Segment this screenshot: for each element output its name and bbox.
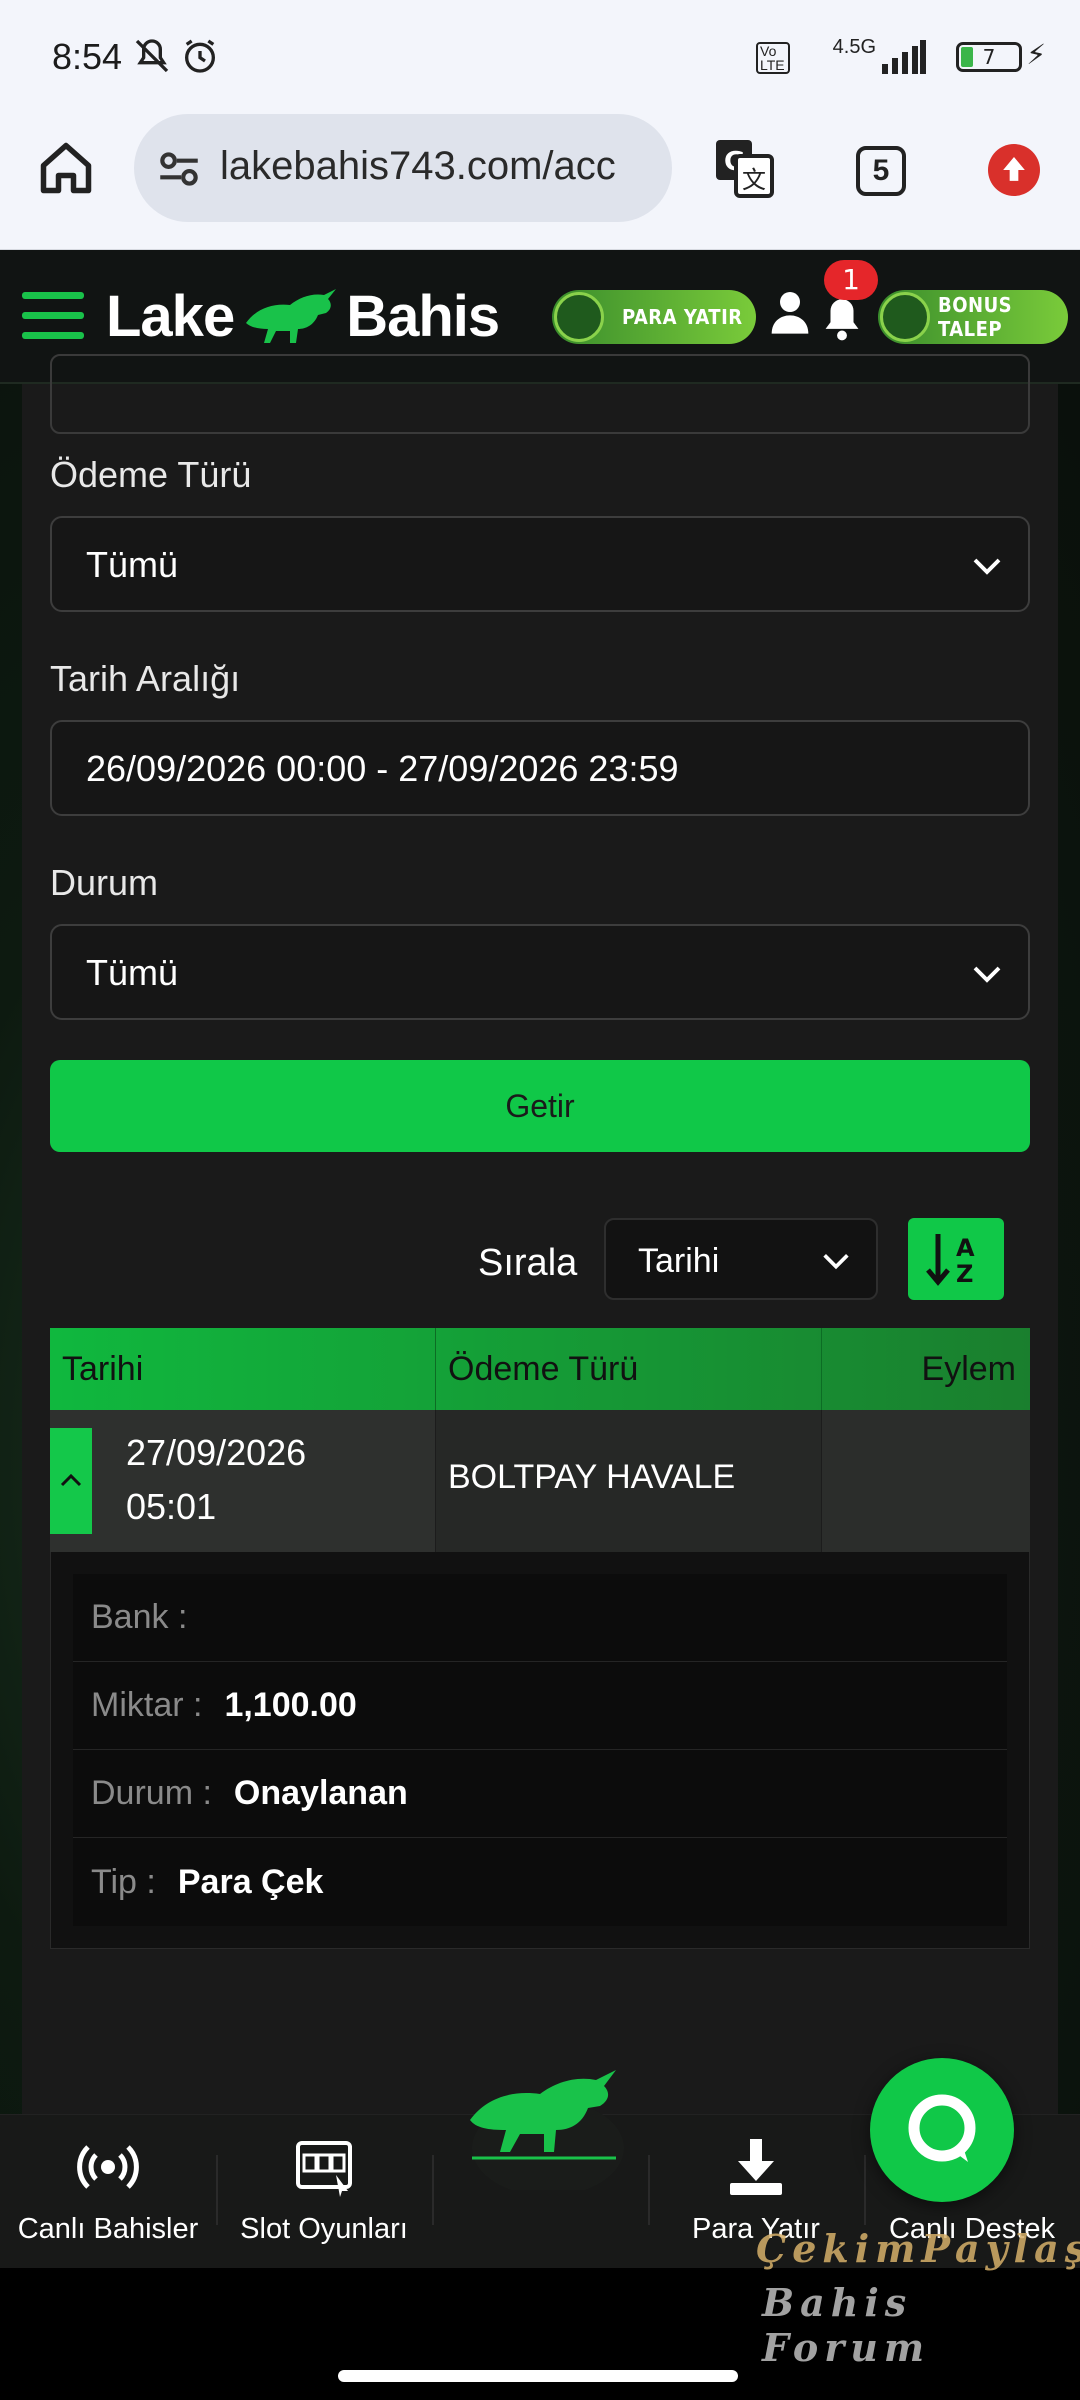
transactions-table: Tarihi Ödeme Türü Eylem 27/09/2026 05:01… bbox=[50, 1328, 1030, 1949]
slot-machine-icon bbox=[296, 2141, 352, 2197]
sort-label: Sırala bbox=[478, 1242, 578, 1284]
menu-icon[interactable] bbox=[22, 292, 84, 342]
alarm-icon bbox=[180, 36, 220, 85]
site-settings-icon[interactable] bbox=[154, 144, 204, 194]
home-gesture-pill[interactable] bbox=[338, 2370, 738, 2382]
nav-divider bbox=[432, 2155, 434, 2225]
update-icon[interactable] bbox=[988, 144, 1040, 196]
bonus-request-button[interactable]: BONUS TALEP bbox=[878, 290, 1068, 344]
logo-text-right: Bahis bbox=[346, 283, 500, 349]
status-bar: 8:54 Vo LTE 4.5G 7 ⚡ bbox=[0, 0, 1080, 110]
home-logo-button[interactable] bbox=[456, 2060, 636, 2196]
svg-text:文: 文 bbox=[742, 166, 766, 194]
notification-badge: 1 bbox=[824, 260, 878, 300]
logo-text-left: Lake bbox=[106, 283, 235, 349]
wallet-icon bbox=[554, 292, 604, 342]
detail-row-status: Durum : Onaylanan bbox=[73, 1750, 1007, 1838]
transaction-history-panel: Ödeme Türü Tümü Tarih Aralığı 26/09/2026… bbox=[22, 354, 1058, 2194]
sort-select[interactable]: Tarihi bbox=[604, 1218, 878, 1300]
nav-slots[interactable]: Slot Oyunları bbox=[216, 2115, 432, 2269]
detail-value: Onaylanan bbox=[233, 1774, 408, 1812]
status-time: 8:54 bbox=[52, 36, 123, 77]
battery-level: 7 bbox=[982, 45, 996, 69]
svg-text:A: A bbox=[956, 1234, 975, 1262]
column-header-date[interactable]: Tarihi bbox=[50, 1328, 436, 1410]
detail-value: Para Çek bbox=[177, 1862, 324, 1901]
payment-type-label: Ödeme Türü bbox=[50, 454, 252, 495]
row-date: 27/09/2026 05:01 bbox=[126, 1432, 307, 1527]
mute-icon bbox=[132, 36, 172, 85]
live-chat-button[interactable] bbox=[870, 2058, 1014, 2202]
watermark-line-1: ÇekimPaylaş bbox=[756, 2226, 1080, 2271]
chevron-up-icon bbox=[60, 1473, 82, 1487]
nav-label: Canlı Bahisler bbox=[17, 2213, 199, 2245]
detail-label: Bank : bbox=[91, 1598, 188, 1636]
detail-row-amount: Miktar : 1,100.00 bbox=[73, 1662, 1007, 1750]
detail-label: Tip : bbox=[91, 1862, 156, 1901]
sort-value: Tarihi bbox=[638, 1242, 720, 1280]
payment-type-select[interactable]: Tümü bbox=[50, 516, 1030, 612]
deposit-button[interactable]: PARA YATIR bbox=[552, 290, 756, 344]
volte-indicator: Vo LTE bbox=[756, 42, 790, 74]
bull-icon bbox=[470, 2070, 624, 2196]
column-header-payment-type[interactable]: Ödeme Türü bbox=[436, 1328, 822, 1410]
column-header-action: Eylem bbox=[921, 1350, 1016, 1388]
detail-label: Durum : bbox=[91, 1774, 212, 1812]
watermark-line-2: Bahis Forum bbox=[762, 2280, 931, 2370]
bell-icon[interactable] bbox=[822, 296, 862, 342]
date-range-input[interactable]: 26/09/2026 00:00 - 27/09/2026 23:59 bbox=[50, 720, 1030, 816]
payment-type-value: Tümü bbox=[86, 544, 179, 585]
gift-icon bbox=[880, 292, 930, 342]
battery-icon: 7 bbox=[956, 42, 1022, 72]
home-icon[interactable] bbox=[36, 138, 96, 198]
chat-bubble-icon bbox=[908, 2094, 976, 2162]
url-text: lakebahis743.com/acc bbox=[220, 144, 616, 188]
detail-value: 1,100.00 bbox=[224, 1686, 357, 1724]
chevron-down-icon bbox=[823, 1254, 849, 1270]
table-row[interactable]: 27/09/2026 05:01 BOLTPAY HAVALE bbox=[50, 1410, 1030, 1552]
download-icon bbox=[730, 2139, 782, 2195]
deposit-button-label: PARA YATIR bbox=[622, 305, 743, 329]
nav-label: Slot Oyunları bbox=[240, 2213, 408, 2245]
charging-icon: ⚡ bbox=[1026, 38, 1046, 71]
browser-toolbar: lakebahis743.com/acc G文 5 bbox=[0, 110, 1080, 250]
cell-date: 27/09/2026 05:01 bbox=[50, 1410, 436, 1552]
sort-direction-button[interactable]: A Z bbox=[908, 1218, 1004, 1300]
detail-label: Miktar : bbox=[91, 1686, 203, 1724]
sort-alpha-icon: A Z bbox=[926, 1234, 975, 1288]
row-details: Bank : Miktar : 1,100.00 Durum : Onaylan… bbox=[50, 1552, 1030, 1949]
signal-icon bbox=[882, 40, 926, 83]
bull-icon bbox=[246, 289, 337, 343]
network-type: 4.5G bbox=[832, 36, 876, 58]
row-payment-method: BOLTPAY HAVALE bbox=[448, 1458, 736, 1496]
bonus-button-label: BONUS TALEP bbox=[938, 293, 1013, 341]
web-page: Lake Bahis PARA YATIR 1 BONUS TALEP Ödem… bbox=[0, 250, 1080, 2270]
live-broadcast-icon bbox=[77, 2145, 139, 2189]
site-logo[interactable]: Lake Bahis bbox=[106, 276, 500, 356]
chevron-down-icon bbox=[973, 558, 1001, 575]
table-header: Tarihi Ödeme Türü Eylem bbox=[50, 1328, 1030, 1410]
detail-row-bank: Bank : bbox=[73, 1574, 1007, 1662]
date-range-value: 26/09/2026 00:00 - 27/09/2026 23:59 bbox=[86, 748, 679, 789]
svg-text:Z: Z bbox=[956, 1260, 973, 1288]
user-icon[interactable] bbox=[770, 290, 810, 334]
address-bar[interactable]: lakebahis743.com/acc bbox=[134, 114, 672, 222]
status-value: Tümü bbox=[86, 952, 179, 993]
detail-row-type: Tip : Para Çek bbox=[73, 1838, 1007, 1926]
previous-field[interactable] bbox=[50, 354, 1030, 434]
date-range-label: Tarih Aralığı bbox=[50, 658, 241, 699]
chevron-down-icon bbox=[973, 966, 1001, 983]
submit-button[interactable]: Getir bbox=[50, 1060, 1030, 1152]
nav-live-bets[interactable]: Canlı Bahisler bbox=[0, 2115, 216, 2269]
translate-icon[interactable]: G文 bbox=[712, 136, 776, 200]
row-collapse-toggle[interactable] bbox=[50, 1428, 92, 1534]
tabs-button[interactable]: 5 bbox=[856, 146, 906, 196]
cell-action bbox=[822, 1410, 1030, 1552]
status-label: Durum bbox=[50, 862, 159, 903]
cell-payment-type: BOLTPAY HAVALE bbox=[436, 1410, 822, 1552]
status-select[interactable]: Tümü bbox=[50, 924, 1030, 1020]
